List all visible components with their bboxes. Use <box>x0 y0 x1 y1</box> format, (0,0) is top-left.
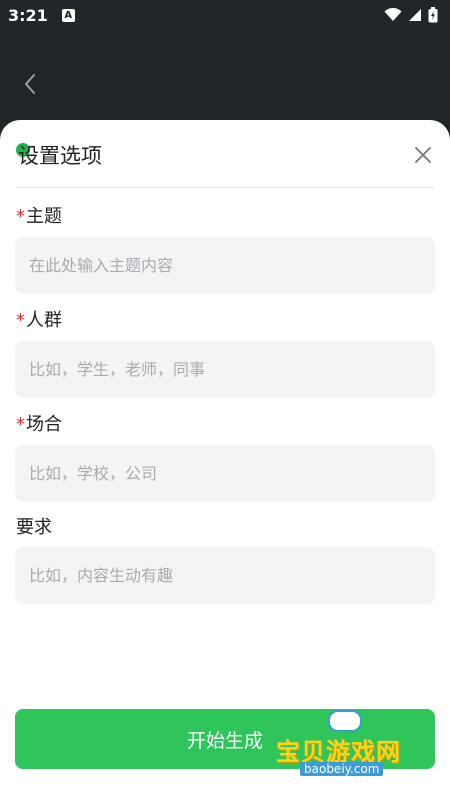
status-icons <box>384 7 438 23</box>
sheet-header: 设置选项 <box>16 138 434 188</box>
close-button[interactable] <box>412 144 434 166</box>
signal-icon <box>409 9 421 21</box>
requirements-input[interactable] <box>15 547 435 604</box>
audience-label: *人群 <box>16 306 62 332</box>
topic-label: *主题 <box>16 202 62 228</box>
chevron-left-icon <box>25 74 35 94</box>
topic-input[interactable] <box>15 237 435 294</box>
occasion-input[interactable] <box>15 445 435 502</box>
requirements-label-text: 要求 <box>16 517 52 538</box>
wifi-icon <box>384 8 402 21</box>
occasion-label-text: 场合 <box>26 414 62 435</box>
required-mark: * <box>16 310 25 331</box>
start-generate-button[interactable]: 开始生成 <box>15 709 435 769</box>
topic-label-text: 主题 <box>26 206 62 227</box>
battery-icon <box>428 7 438 23</box>
requirements-label: 要求 <box>16 513 52 539</box>
back-button[interactable] <box>16 70 44 98</box>
required-mark: * <box>16 414 25 435</box>
close-icon <box>415 147 431 163</box>
audience-label-text: 人群 <box>26 310 62 331</box>
audience-input[interactable] <box>15 341 435 398</box>
occasion-label: *场合 <box>16 410 62 436</box>
status-bar: 3:21 A <box>0 0 450 30</box>
sheet-title: 设置选项 <box>18 144 102 168</box>
required-mark: * <box>16 206 25 227</box>
notification-a-icon: A <box>61 8 75 22</box>
status-time: 3:21 <box>8 5 48 25</box>
